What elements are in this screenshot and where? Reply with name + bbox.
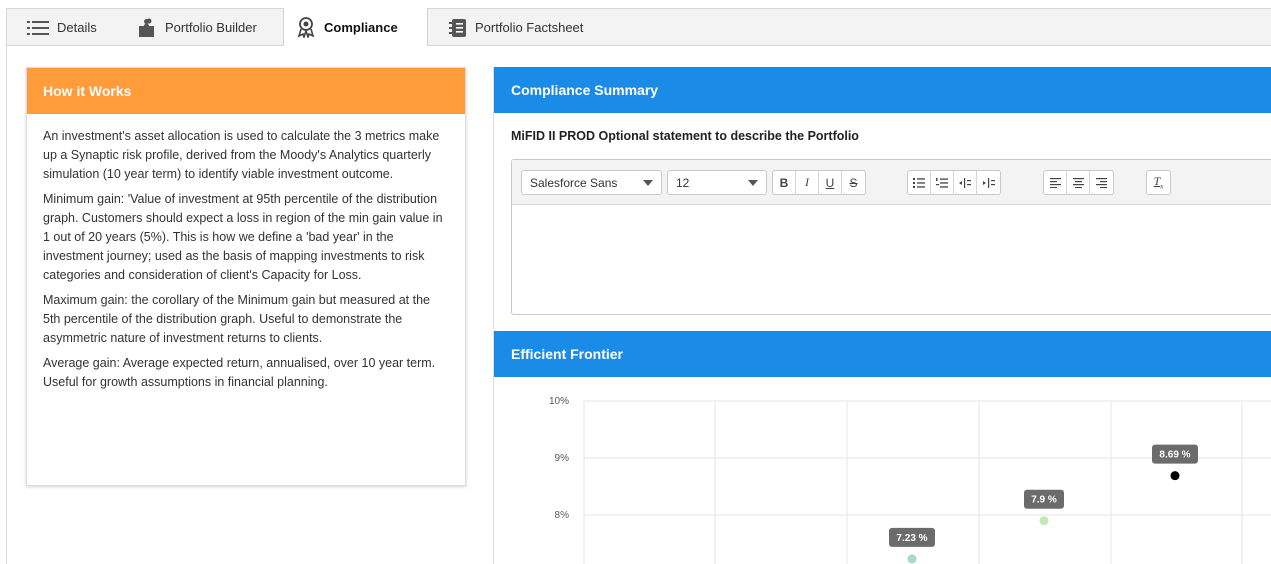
bold-button[interactable]: B	[773, 171, 796, 194]
data-label: 7.9 %	[1031, 495, 1057, 506]
outdent-button[interactable]	[954, 171, 977, 194]
y-tick-label: 10%	[549, 396, 569, 407]
align-center-button[interactable]	[1067, 171, 1090, 194]
how-it-works-paragraph: Maximum gain: the corollary of the Minim…	[43, 293, 430, 345]
how-it-works-paragraph: An investment's asset allocation is used…	[43, 129, 440, 181]
how-it-works-title: How it Works	[27, 68, 465, 114]
compliance-summary-card: Compliance Summary MiFID II PROD Optiona…	[493, 67, 1271, 329]
data-point[interactable]	[1170, 471, 1180, 481]
tab-details[interactable]: Details	[15, 9, 109, 46]
italic-icon: I	[805, 175, 809, 189]
compliance-summary-title: Compliance Summary	[494, 67, 1271, 113]
align-right-button[interactable]	[1090, 171, 1113, 194]
rich-text-editor: Salesforce Sans 12 B I U S Tx	[511, 159, 1271, 315]
tab-compliance[interactable]: Compliance	[283, 8, 428, 46]
clear-formatting-button[interactable]: Tx	[1147, 171, 1170, 194]
notebook-icon	[449, 18, 467, 38]
tab-portfolio-factsheet[interactable]: Portfolio Factsheet	[437, 9, 595, 46]
editor-toolbar: Salesforce Sans 12 B I U S Tx	[512, 160, 1271, 205]
underline-icon: U	[825, 175, 835, 190]
efficient-frontier-card: Efficient Frontier 10% 9% 8% 7.23 % 7.9 % 8.6…	[493, 331, 1271, 564]
tab-portfolio-builder-label: Portfolio Builder	[165, 20, 257, 35]
how-it-works-body: An investment's asset allocation is used…	[27, 114, 465, 392]
data-point[interactable]	[1039, 516, 1049, 526]
underline-button[interactable]: U	[819, 171, 842, 194]
statement-label: MiFID II PROD Optional statement to desc…	[511, 129, 859, 143]
clear-format-group: Tx	[1146, 170, 1171, 195]
how-it-works-paragraph: Average gain: Average expected return, a…	[43, 356, 436, 389]
award-icon	[296, 16, 316, 38]
text-style-group: B I U S	[772, 170, 866, 195]
outdent-icon	[959, 177, 971, 188]
font-size-select[interactable]: 12	[667, 170, 767, 195]
tab-portfolio-factsheet-label: Portfolio Factsheet	[475, 20, 584, 35]
bold-icon: B	[779, 175, 789, 190]
tab-bar: Details Portfolio Builder Compliance Por…	[6, 8, 1271, 46]
y-tick-label: 9%	[555, 453, 570, 464]
numbered-list-button[interactable]	[931, 171, 954, 194]
strikethrough-button[interactable]: S	[842, 171, 865, 194]
strikethrough-icon: S	[849, 175, 858, 190]
how-it-works-paragraph: Minimum gain: 'Value of investment at 95…	[43, 192, 443, 282]
bullet-list-icon	[913, 177, 925, 188]
font-family-value: Salesforce Sans	[530, 175, 618, 190]
data-label: 7.23 %	[896, 533, 927, 544]
align-right-icon	[1096, 177, 1107, 188]
tab-compliance-label: Compliance	[324, 19, 398, 35]
data-label: 8.69 %	[1159, 450, 1190, 461]
alignment-group	[1043, 170, 1114, 195]
numbered-list-icon	[936, 177, 948, 188]
chevron-down-icon	[643, 179, 653, 186]
tab-details-label: Details	[57, 20, 97, 35]
y-tick-label: 8%	[555, 510, 570, 521]
editor-content[interactable]	[512, 205, 1271, 314]
tab-portfolio-builder[interactable]: Portfolio Builder	[125, 9, 269, 46]
align-left-button[interactable]	[1044, 171, 1067, 194]
font-family-select[interactable]: Salesforce Sans	[521, 170, 662, 195]
how-it-works-card: How it Works An investment's asset alloc…	[26, 67, 466, 486]
align-center-icon	[1072, 177, 1084, 188]
italic-button[interactable]: I	[796, 171, 819, 194]
font-size-value: 12	[676, 175, 690, 190]
efficient-frontier-title: Efficient Frontier	[494, 331, 1271, 377]
puzzle-icon	[137, 18, 157, 38]
list-icon	[27, 20, 49, 36]
efficient-frontier-chart: 10% 9% 8% 7.23 % 7.9 % 8.69 %	[549, 396, 1271, 564]
chevron-down-icon	[748, 179, 758, 186]
clear-formatting-icon: Tx	[1153, 174, 1164, 191]
align-left-icon	[1049, 177, 1061, 188]
bullet-list-button[interactable]	[908, 171, 931, 194]
list-group	[907, 170, 1001, 195]
indent-icon	[982, 177, 995, 188]
indent-button[interactable]	[977, 171, 1000, 194]
data-point[interactable]	[907, 554, 917, 564]
